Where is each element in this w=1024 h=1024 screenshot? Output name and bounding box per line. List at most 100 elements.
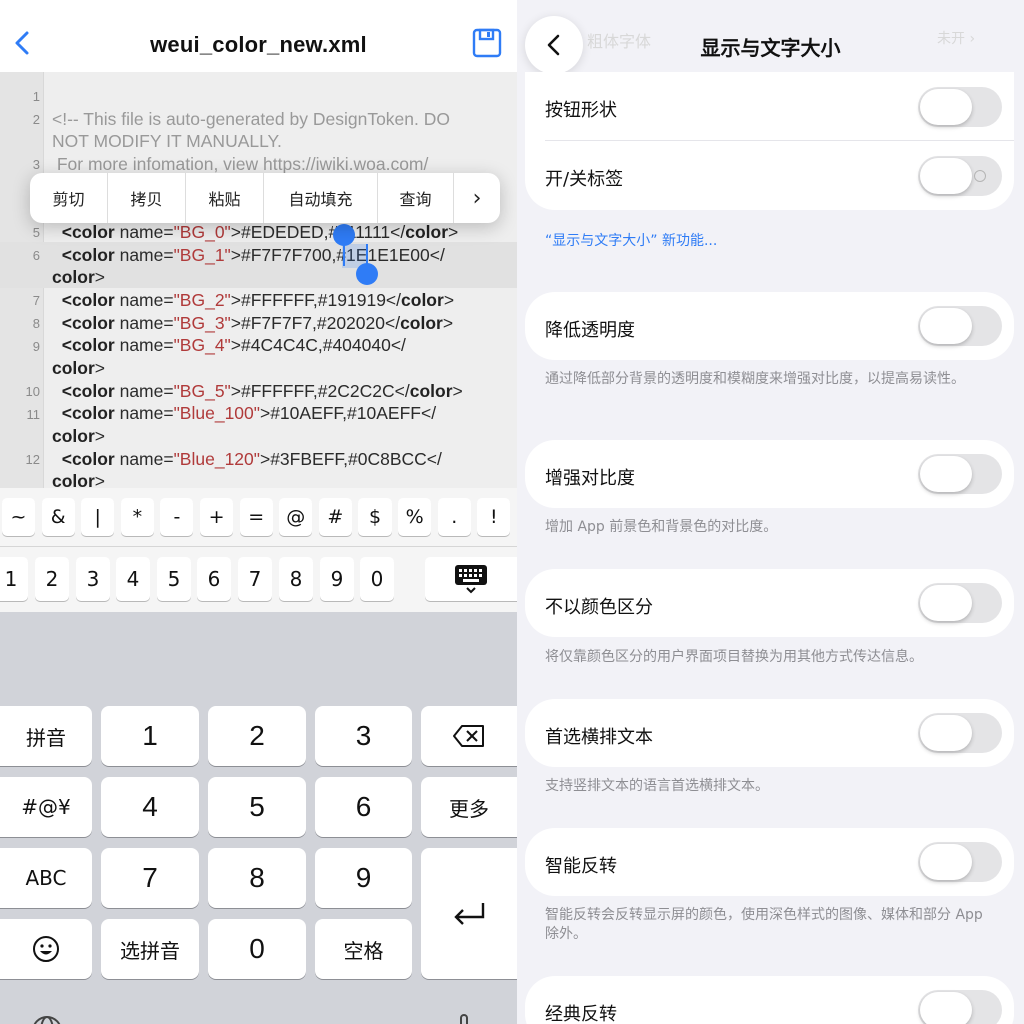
new-features-link[interactable]: “显示与文字大小” 新功能... xyxy=(545,230,717,250)
toggle-increase-contrast[interactable] xyxy=(918,454,1002,494)
editor-nav-bar: weui_color_new.xml xyxy=(0,0,517,72)
number-key[interactable]: 4 xyxy=(116,557,150,601)
line-number: 6 xyxy=(32,248,40,263)
settings-group-transparency: 降低透明度 xyxy=(525,292,1014,360)
toggle-knob xyxy=(920,456,972,492)
select-pinyin-key[interactable]: 选拼音 xyxy=(101,919,199,979)
line-number: 2 xyxy=(32,112,40,127)
off-label-ring-icon xyxy=(974,170,986,182)
menu-item-lookup[interactable]: 查询 xyxy=(378,173,454,223)
menu-item-cut[interactable]: 剪切 xyxy=(30,173,108,223)
symbol-key[interactable]: * xyxy=(120,498,154,536)
toggle-on-off-labels[interactable] xyxy=(918,156,1002,196)
settings-group-display: 按钮形状 开/关标签 xyxy=(525,72,1014,210)
keyboard-dismiss-icon xyxy=(455,565,487,594)
toggle-prefer-horizontal-text[interactable] xyxy=(918,713,1002,753)
emoji-icon xyxy=(33,936,59,962)
toggle-reduce-transparency[interactable] xyxy=(918,306,1002,346)
number-key[interactable]: 3 xyxy=(76,557,110,601)
symbol-key[interactable]: + xyxy=(200,498,234,536)
code-line: <color name="BG_3">#F7F7F7,#202020</colo… xyxy=(52,313,454,333)
number-key[interactable]: 6 xyxy=(197,557,231,601)
toggle-button-shapes[interactable] xyxy=(918,87,1002,127)
code-area[interactable]: 1 2 3 5 6 7 8 9 10 11 12 <!-- This file … xyxy=(0,72,517,488)
symbol-key-bar: ~ & | * - + = @ # $ % . ! xyxy=(0,488,517,546)
digit-key-2[interactable]: 2 xyxy=(208,706,306,766)
selection-start-bar xyxy=(343,242,345,266)
number-key[interactable]: 7 xyxy=(238,557,272,601)
line-number: 8 xyxy=(32,316,40,331)
settings-group-smart-invert: 智能反转 xyxy=(525,828,1014,896)
toggle-differentiate-without-color[interactable] xyxy=(918,583,1002,623)
symbol-key[interactable]: ~ xyxy=(2,498,36,536)
menu-item-paste[interactable]: 粘贴 xyxy=(186,173,264,223)
digit-key-3[interactable]: 3 xyxy=(315,706,412,766)
number-key[interactable]: 0 xyxy=(360,557,394,601)
number-key[interactable]: 5 xyxy=(157,557,191,601)
digit-key-0[interactable]: 0 xyxy=(208,919,306,979)
code-line: color> xyxy=(52,471,106,488)
toggle-knob xyxy=(920,308,972,344)
number-key[interactable]: 8 xyxy=(279,557,313,601)
code-line: color> xyxy=(52,267,106,287)
toggle-knob xyxy=(920,585,972,621)
row-label-reduce-transparency: 降低透明度 xyxy=(545,320,635,341)
selection-end-handle[interactable] xyxy=(356,263,378,285)
symbol-key[interactable]: & xyxy=(41,498,75,536)
symbol-key[interactable]: @ xyxy=(279,498,313,536)
globe-icon xyxy=(33,1016,61,1024)
more-key[interactable]: 更多 xyxy=(421,777,517,837)
toggle-smart-invert[interactable] xyxy=(918,842,1002,882)
symbol-key[interactable]: % xyxy=(398,498,432,536)
digit-key-1[interactable]: 1 xyxy=(101,706,199,766)
digit-key-8[interactable]: 8 xyxy=(208,848,306,908)
symbol-mode-key[interactable]: #@¥ xyxy=(0,777,92,837)
menu-more-chevron-icon[interactable]: › xyxy=(454,173,500,223)
toggle-knob xyxy=(920,158,972,194)
number-key[interactable]: 9 xyxy=(320,557,354,601)
symbol-key[interactable]: . xyxy=(437,498,471,536)
delete-key[interactable] xyxy=(421,706,517,766)
line-number: 1 xyxy=(32,89,40,104)
menu-item-autofill[interactable]: 自动填充 xyxy=(264,173,378,223)
symbol-key[interactable]: - xyxy=(160,498,194,536)
digit-key-7[interactable]: 7 xyxy=(101,848,199,908)
save-button[interactable] xyxy=(472,28,502,58)
number-key[interactable]: 2 xyxy=(35,557,69,601)
toggle-classic-invert[interactable] xyxy=(918,990,1002,1024)
code-line: <color name="Blue_100">#10AEFF,#10AEFF</ xyxy=(52,403,437,423)
toggle-knob xyxy=(920,992,972,1024)
symbol-key[interactable]: ! xyxy=(477,498,511,536)
space-key[interactable]: 空格 xyxy=(315,919,412,979)
settings-group-horizontal-text: 首选横排文本 xyxy=(525,699,1014,767)
return-key[interactable] xyxy=(421,848,517,979)
digit-key-5[interactable]: 5 xyxy=(208,777,306,837)
digit-key-9[interactable]: 9 xyxy=(315,848,412,908)
code-line: <color name="Blue_120">#3FBEFF,#0C8BCC</ xyxy=(52,449,442,469)
abc-mode-key[interactable]: ABC xyxy=(0,848,92,908)
symbol-key[interactable]: # xyxy=(318,498,352,536)
code-line: <!-- This file is auto-generated by Desi… xyxy=(52,109,450,129)
settings-screen: 粗体字体 未开 › 显示与文字大小 按钮形状 开/关标签 “显示与文字大小” 新… xyxy=(517,0,1024,1024)
row-label-button-shapes: 按钮形状 xyxy=(545,100,617,121)
footnote-reduce-transparency: 通过降低部分背景的透明度和模糊度来增强对比度，以提高易读性。 xyxy=(545,371,965,387)
number-key[interactable]: 1 xyxy=(0,557,28,601)
hide-keyboard-button[interactable] xyxy=(425,557,517,601)
symbol-key[interactable]: | xyxy=(81,498,115,536)
pinyin-key[interactable]: 拼音 xyxy=(0,706,92,766)
backspace-icon xyxy=(453,725,484,747)
symbol-key[interactable]: $ xyxy=(358,498,392,536)
file-title: weui_color_new.xml xyxy=(150,32,367,57)
digit-key-4[interactable]: 4 xyxy=(101,777,199,837)
menu-item-copy[interactable]: 拷贝 xyxy=(108,173,186,223)
save-icon xyxy=(472,28,502,58)
symbol-key[interactable]: = xyxy=(239,498,273,536)
footnote-prefer-horizontal-text: 支持竖排文本的语言首选横排文本。 xyxy=(545,778,769,794)
row-label-increase-contrast: 增强对比度 xyxy=(545,468,635,489)
emoji-key[interactable] xyxy=(0,919,92,979)
line-number: 3 xyxy=(32,157,40,172)
digit-key-6[interactable]: 6 xyxy=(315,777,412,837)
line-number: 11 xyxy=(26,407,41,422)
footnote-increase-contrast: 增加 App 前景色和背景色的对比度。 xyxy=(545,519,778,535)
line-number: 9 xyxy=(32,339,40,354)
